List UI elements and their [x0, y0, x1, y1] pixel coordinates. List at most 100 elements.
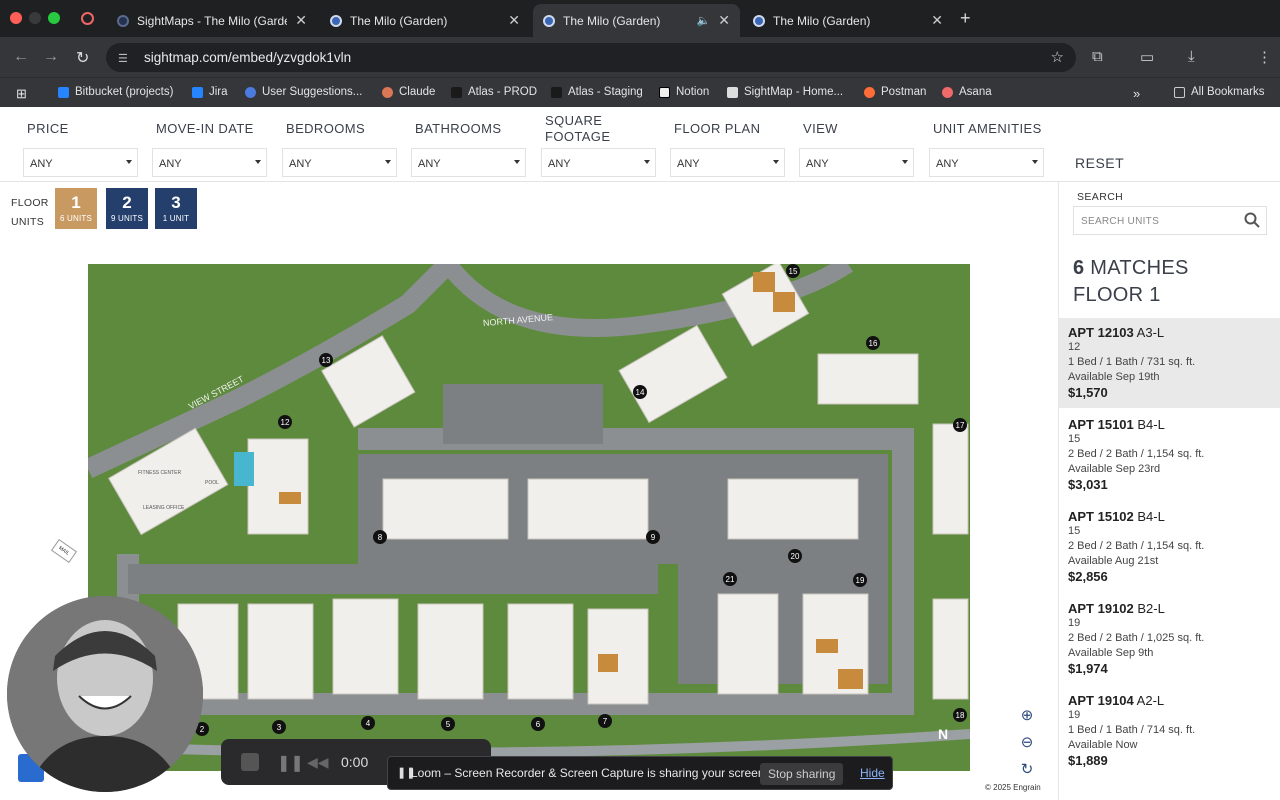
- search-icon[interactable]: [1244, 212, 1260, 228]
- building-marker-label: 5: [446, 720, 451, 729]
- floor-3-button[interactable]: 3 1 UNIT: [155, 188, 197, 229]
- download-icon[interactable]: ⤓: [1188, 48, 1195, 65]
- north-arrow-icon: N: [938, 726, 948, 742]
- unit-15101[interactable]: [753, 272, 775, 292]
- bookmark-asana[interactable]: Asana: [942, 86, 992, 98]
- forward-arrow-icon[interactable]: →: [43, 48, 59, 66]
- bookmark-claude[interactable]: Claude: [382, 86, 435, 98]
- jira-icon: [192, 86, 203, 98]
- site-map[interactable]: NORTH AVENUE VIEW STREET FITNESS CENTER …: [88, 264, 970, 771]
- audio-speaker-icon[interactable]: 🔈: [697, 14, 711, 27]
- tab-title: The Milo (Garden): [563, 13, 661, 28]
- square-footage-select[interactable]: ANY: [541, 148, 656, 177]
- building-17[interactable]: [932, 423, 969, 535]
- stop-recording-icon[interactable]: [241, 753, 259, 771]
- maximize-window-button[interactable]: [48, 12, 60, 24]
- bookmark-atlas-staging[interactable]: Atlas - Staging: [551, 86, 643, 98]
- browser-tab-3-active[interactable]: The Milo (Garden) 🔈 ✕: [533, 4, 740, 37]
- bookmark-notion[interactable]: Notion: [659, 86, 709, 98]
- bookmark-jira[interactable]: Jira: [192, 86, 228, 98]
- reset-view-icon[interactable]: ↻: [1018, 760, 1036, 778]
- unit-card-19104[interactable]: APT 19104 A2-L 19 1 Bed / 1 Bath / 714 s…: [1059, 686, 1280, 776]
- caret-down-icon: [644, 160, 650, 164]
- building-8[interactable]: [382, 478, 509, 540]
- results-sidebar: SEARCH SEARCH UNITS 6 MATCHES FLOOR 1 AP…: [1058, 182, 1280, 800]
- building-18[interactable]: [932, 598, 969, 700]
- close-tab-icon[interactable]: ✕: [508, 12, 520, 29]
- unit-19102[interactable]: [838, 669, 863, 689]
- unit-15102[interactable]: [773, 292, 795, 312]
- atlas-icon: [451, 86, 462, 98]
- bookmark-sightmap[interactable]: SightMap - Home...: [727, 86, 843, 98]
- building-16[interactable]: [817, 353, 919, 405]
- atlas-icon: [551, 86, 562, 98]
- bookmark-user-suggestions[interactable]: User Suggestions...: [245, 86, 362, 98]
- unit-amenities-select[interactable]: ANY: [929, 148, 1044, 177]
- url-field[interactable]: ☰ sightmap.com/embed/yzvgdok1vln ☆: [106, 43, 1076, 72]
- browser-tab-4[interactable]: The Milo (Garden) ✕: [743, 4, 953, 37]
- stop-sharing-button[interactable]: Stop sharing: [760, 763, 844, 785]
- extensions-icon[interactable]: ⧉: [1092, 48, 1103, 65]
- all-bookmarks-button[interactable]: All Bookmarks: [1174, 86, 1265, 98]
- reset-button[interactable]: RESET: [1075, 155, 1124, 171]
- unit-card-19102[interactable]: APT 19102 B2-L 19 2 Bed / 2 Bath / 1,025…: [1059, 594, 1280, 684]
- bookmark-postman[interactable]: Postman: [864, 86, 926, 98]
- new-tab-button[interactable]: +: [960, 8, 971, 29]
- rewind-icon[interactable]: ◀◀: [307, 754, 329, 771]
- unit-19104[interactable]: [816, 639, 838, 653]
- unit-12103[interactable]: [279, 492, 301, 504]
- search-units-input[interactable]: SEARCH UNITS: [1073, 206, 1267, 235]
- close-window-button[interactable]: [10, 12, 22, 24]
- browser-tab-1[interactable]: SightMaps - The Milo (Garden ✕: [107, 4, 317, 37]
- close-tab-icon[interactable]: ✕: [931, 12, 943, 29]
- building-12[interactable]: [247, 438, 309, 535]
- floor-plan-select[interactable]: ANY: [670, 148, 785, 177]
- site-map-canvas[interactable]: NORTH AVENUE VIEW STREET FITNESS CENTER …: [88, 264, 970, 771]
- bookmark-star-icon[interactable]: ☆: [1051, 48, 1064, 66]
- unit-card-12103[interactable]: APT 12103 A3-L 12 1 Bed / 1 Bath / 731 s…: [1059, 318, 1280, 408]
- floor-1-button[interactable]: 1 6 UNITS: [55, 188, 97, 229]
- view-select[interactable]: ANY: [799, 148, 914, 177]
- bookmarks-overflow-chevron-icon[interactable]: »: [1133, 86, 1140, 101]
- tab-search-icon[interactable]: ▭: [1140, 48, 1154, 66]
- pause-icon[interactable]: ❚❚: [277, 753, 304, 773]
- building-9[interactable]: [527, 478, 649, 540]
- building-marker-label: 8: [378, 533, 383, 542]
- building-21[interactable]: [717, 593, 779, 695]
- bathrooms-select[interactable]: ANY: [411, 148, 526, 177]
- price-select[interactable]: ANY: [23, 148, 138, 177]
- bookmark-atlas-prod[interactable]: Atlas - PROD: [451, 86, 537, 98]
- tab-favicon-icon: [117, 14, 129, 27]
- window-controls: [10, 12, 60, 24]
- browser-tab-2[interactable]: The Milo (Garden) ✕: [320, 4, 530, 37]
- menu-kebab-icon[interactable]: ⋮: [1257, 48, 1272, 66]
- building-20[interactable]: [727, 478, 859, 540]
- url-text: sightmap.com/embed/yzvgdok1vln: [144, 50, 352, 65]
- building-14[interactable]: [618, 324, 728, 424]
- site-settings-icon[interactable]: ☰: [118, 52, 132, 65]
- zoom-out-icon[interactable]: ⊖: [1018, 733, 1036, 751]
- move-in-date-select[interactable]: ANY: [152, 148, 267, 177]
- building-5[interactable]: [417, 603, 484, 700]
- bookmark-bitbucket[interactable]: Bitbucket (projects): [58, 86, 173, 98]
- presenter-photo: [7, 596, 203, 792]
- zoom-in-icon[interactable]: ⊕: [1018, 706, 1036, 724]
- close-tab-icon[interactable]: ✕: [718, 12, 730, 29]
- unit-card-15102[interactable]: APT 15102 B4-L 15 2 Bed / 2 Bath / 1,154…: [1059, 502, 1280, 592]
- building-3[interactable]: [247, 603, 314, 700]
- back-arrow-icon[interactable]: ←: [13, 48, 29, 66]
- apps-grid-icon[interactable]: ⊞: [16, 86, 27, 102]
- unit-7104[interactable]: [598, 654, 618, 672]
- bedrooms-select[interactable]: ANY: [282, 148, 397, 177]
- reload-icon[interactable]: ↻: [76, 48, 89, 68]
- hide-notice-link[interactable]: Hide: [860, 766, 885, 780]
- minimize-window-button[interactable]: [29, 12, 41, 24]
- unit-card-15101[interactable]: APT 15101 B4-L 15 2 Bed / 2 Bath / 1,154…: [1059, 410, 1280, 500]
- loom-camera-bubble[interactable]: [7, 596, 203, 792]
- close-tab-icon[interactable]: ✕: [295, 12, 307, 29]
- loom-recording-icon[interactable]: [81, 12, 94, 25]
- building-4[interactable]: [332, 598, 399, 695]
- floor-2-button[interactable]: 2 9 UNITS: [106, 188, 148, 229]
- building-6[interactable]: [507, 603, 574, 700]
- screen-sharing-notice: ❚❚ Loom – Screen Recorder & Screen Captu…: [387, 756, 893, 790]
